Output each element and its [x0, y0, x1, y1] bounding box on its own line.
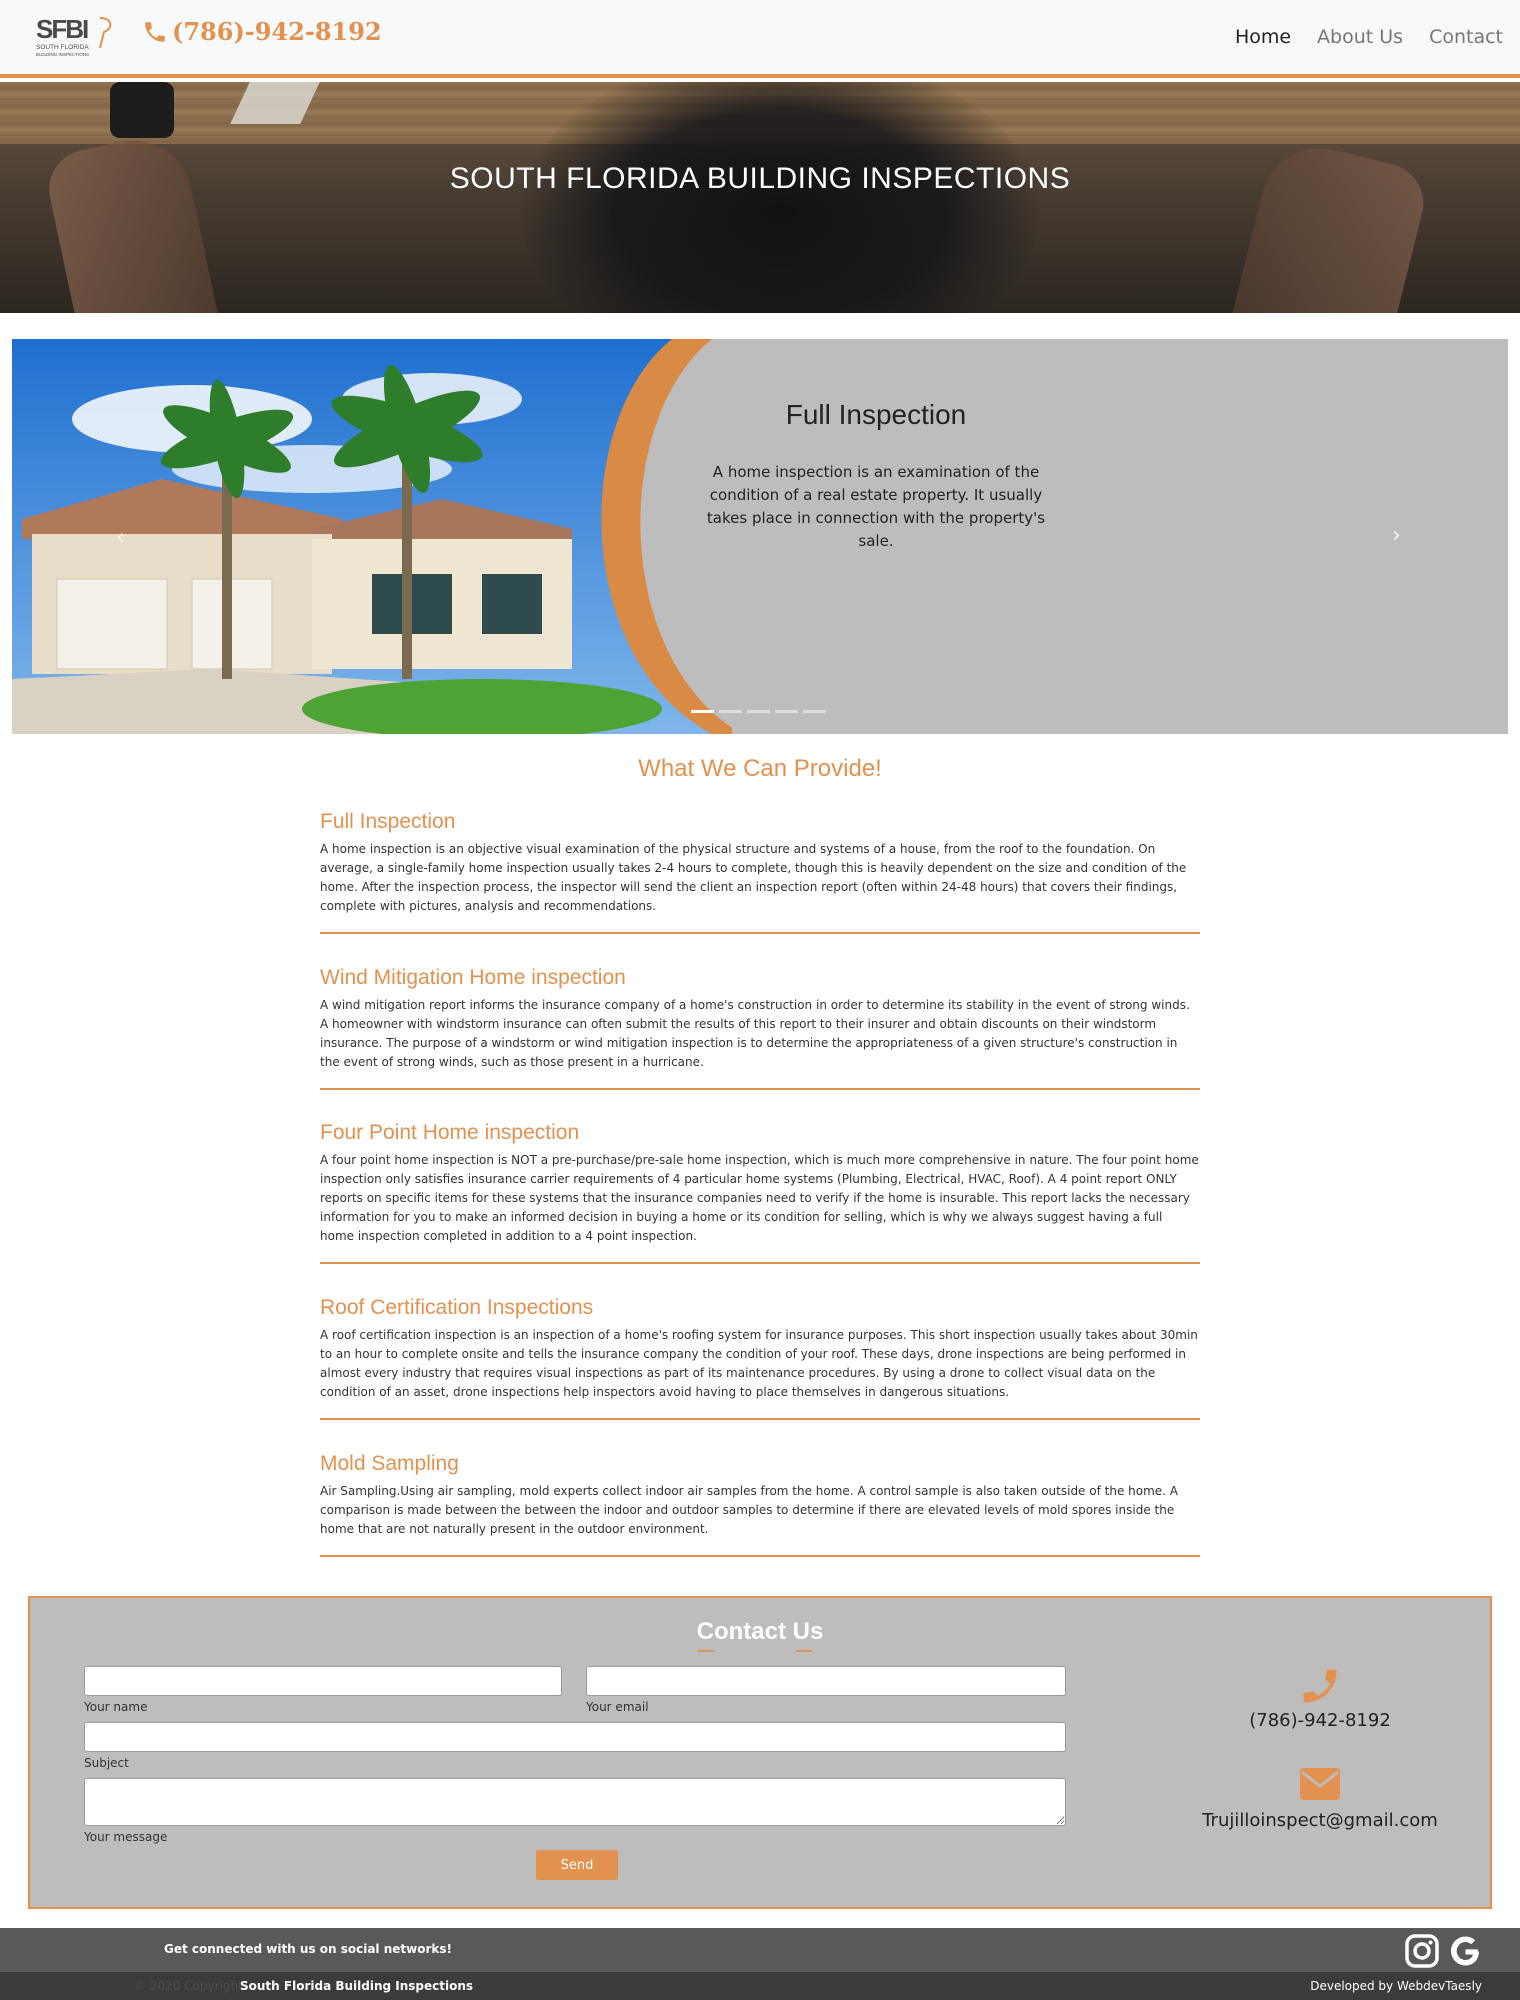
carousel-indicators: [691, 710, 826, 713]
service-four-point: Four Point Home inspection A four point …: [320, 1121, 1200, 1264]
hero-watch: [110, 82, 174, 138]
footer-social-bar: Get connected with us on social networks…: [0, 1928, 1520, 1972]
envelope-icon: [1300, 1768, 1340, 1800]
slide-title: Full Inspection: [785, 399, 967, 430]
contact-email[interactable]: Trujilloinspect@gmail.com: [1160, 1810, 1480, 1831]
footer-copyright-bar: © 2020 Copyright: South Florida Building…: [0, 1972, 1520, 2000]
developer-credit: Developed by WebdevTaesly: [1310, 1979, 1482, 1993]
sfbi-logo[interactable]: SFBI SOUTH FLORIDA BUILDING INSPECTIONS: [34, 14, 118, 58]
service-mold-sampling: Mold Sampling Air Sampling.Using air sam…: [320, 1452, 1200, 1557]
nav-link-home[interactable]: Home: [1222, 26, 1304, 48]
logo-subtext-2: BUILDING INSPECTIONS: [36, 52, 89, 57]
contact-phone[interactable]: (786)-942-8192: [1160, 1710, 1480, 1731]
nav-phone-number: (786)-942-8192: [172, 17, 382, 46]
service-roof-certification: Roof Certification Inspections A roof ce…: [320, 1296, 1200, 1420]
send-button[interactable]: Send: [536, 1850, 618, 1880]
subject-label: Subject: [84, 1756, 129, 1770]
name-input[interactable]: [84, 1666, 562, 1696]
service-wind-mitigation: Wind Mitigation Home inspection A wind m…: [320, 966, 1200, 1090]
message-label: Your message: [84, 1830, 168, 1844]
phone-icon: [145, 21, 165, 42]
service-title: Four Point Home inspection: [320, 1121, 580, 1144]
message-textarea[interactable]: [84, 1778, 1066, 1826]
nav-link-contact[interactable]: Contact: [1416, 26, 1516, 48]
email-label: Your email: [586, 1700, 649, 1714]
carousel-prev-control[interactable]: ‹: [116, 525, 125, 550]
navbar: SFBI SOUTH FLORIDA BUILDING INSPECTIONS …: [0, 0, 1520, 78]
carousel-indicator[interactable]: [747, 710, 770, 713]
phone-icon: [1303, 1669, 1337, 1703]
services-heading: What We Can Provide!: [638, 755, 882, 782]
google-icon[interactable]: [1446, 1932, 1484, 1970]
hero-arm-left: [41, 129, 219, 313]
instagram-icon[interactable]: [1404, 1933, 1440, 1969]
service-title: Wind Mitigation Home inspection: [320, 966, 626, 989]
service-title: Mold Sampling: [320, 1452, 459, 1475]
carousel-indicator[interactable]: [719, 710, 742, 713]
services-carousel: ‹ › Full Inspection A home inspection is…: [12, 339, 1508, 734]
footer-brand-link[interactable]: South Florida Building Inspections: [240, 1979, 473, 1993]
hero-banner: SOUTH FLORIDA BUILDING INSPECTIONS: [0, 82, 1520, 313]
social-text: Get connected with us on social networks…: [164, 1942, 452, 1956]
nav-phone-link[interactable]: (786)-942-8192: [142, 17, 382, 46]
service-text: A roof certification inspection is an in…: [320, 1328, 1198, 1399]
hero-silhouette: [520, 82, 1040, 313]
logo-subtext: SOUTH FLORIDA: [36, 44, 89, 51]
logo-mark: SFBI: [36, 14, 88, 44]
copyright-text: © 2020 Copyright:: [134, 1979, 247, 1993]
carousel-indicator[interactable]: [691, 710, 714, 713]
name-label: Your name: [84, 1700, 148, 1714]
service-title: Full Inspection: [320, 810, 456, 833]
carousel-indicator[interactable]: [803, 710, 826, 713]
service-text: A wind mitigation report informs the ins…: [320, 998, 1190, 1069]
nav-links: Home About Us Contact: [1222, 26, 1516, 48]
contact-title: Contact Us: [696, 1618, 824, 1645]
service-text: A four point home inspection is NOT a pr…: [320, 1153, 1199, 1243]
hero-title: SOUTH FLORIDA BUILDING INSPECTIONS: [449, 162, 1071, 195]
service-text: A home inspection is an objective visual…: [320, 842, 1187, 913]
carousel-indicator[interactable]: [775, 710, 798, 713]
title-underline: [796, 1650, 812, 1652]
service-text: Air Sampling.Using air sampling, mold ex…: [320, 1484, 1178, 1536]
subject-input[interactable]: [84, 1722, 1066, 1752]
service-full-inspection: Full Inspection A home inspection is an …: [320, 810, 1200, 934]
contact-section: Contact Us Your name Your email Subject …: [28, 1596, 1492, 1909]
email-input[interactable]: [586, 1666, 1066, 1696]
slide-text: A home inspection is an examination of t…: [706, 463, 1046, 550]
title-underline: [698, 1650, 714, 1652]
nav-link-about-us[interactable]: About Us: [1304, 26, 1416, 48]
service-title: Roof Certification Inspections: [320, 1296, 594, 1319]
carousel-next-control[interactable]: ›: [1392, 523, 1401, 548]
